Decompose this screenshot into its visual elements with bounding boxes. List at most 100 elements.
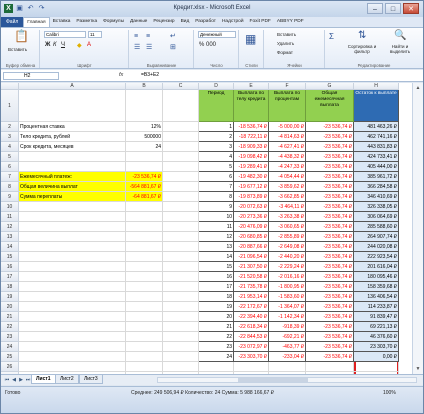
- amount-cell[interactable]: -23 536,74 ₽: [306, 142, 354, 152]
- amount-cell[interactable]: -21 307,50 ₽: [234, 262, 269, 272]
- grid-cell[interactable]: [126, 352, 163, 362]
- formula-input[interactable]: =B3+E2: [141, 72, 159, 78]
- period-cell[interactable]: 19: [199, 302, 234, 312]
- amount-cell[interactable]: -4 438,32 ₽: [269, 152, 306, 162]
- ribbon-tab[interactable]: Разметка: [73, 17, 100, 27]
- grid-cell[interactable]: [163, 342, 199, 352]
- grid-cell[interactable]: [126, 302, 163, 312]
- amount-cell[interactable]: -22 394,40 ₽: [234, 312, 269, 322]
- amount-cell[interactable]: -1 583,60 ₽: [269, 292, 306, 302]
- wrap-text-icon[interactable]: ↵: [170, 32, 176, 42]
- amount-cell[interactable]: -23 536,74 ₽: [306, 242, 354, 252]
- sort-filter-icon[interactable]: ⇅: [358, 31, 366, 41]
- amount-cell[interactable]: -23 536,74 ₽: [306, 272, 354, 282]
- format-cells-button[interactable]: Формат: [277, 50, 293, 55]
- period-cell[interactable]: 2: [199, 132, 234, 142]
- grid-cell[interactable]: [269, 362, 306, 372]
- select-all-corner[interactable]: [1, 83, 19, 90]
- body-label[interactable]: Тело кредита, рублей: [19, 132, 126, 142]
- insert-cells-button[interactable]: Вставить: [277, 32, 296, 37]
- overpay-label[interactable]: Сумма переплаты: [19, 192, 126, 202]
- amount-cell[interactable]: 285 588,60 ₽: [354, 222, 399, 232]
- grid-cell[interactable]: [19, 90, 126, 122]
- row-header[interactable]: 26: [1, 362, 19, 372]
- period-cell[interactable]: 23: [199, 342, 234, 352]
- column-header[interactable]: F: [269, 83, 306, 90]
- grid-cell[interactable]: [19, 212, 126, 222]
- ribbon-tab[interactable]: Главная: [23, 16, 50, 28]
- period-cell[interactable]: 22: [199, 332, 234, 342]
- payment-label[interactable]: Ежемесячный платеж:: [19, 172, 126, 182]
- amount-cell[interactable]: -23 536,74 ₽: [306, 352, 354, 362]
- ribbon-tab[interactable]: Вид: [178, 17, 193, 27]
- amount-cell[interactable]: -1 364,07 ₽: [269, 302, 306, 312]
- amount-cell[interactable]: -3 464,11 ₽: [269, 202, 306, 212]
- grid-cell[interactable]: [163, 242, 199, 252]
- amount-cell[interactable]: 0,00 ₽: [354, 352, 399, 362]
- amount-cell[interactable]: 23 303,70 ₽: [354, 342, 399, 352]
- grid-cell[interactable]: [163, 172, 199, 182]
- amount-cell[interactable]: -23 536,74 ₽: [306, 182, 354, 192]
- ribbon-tab[interactable]: Вставка: [50, 17, 74, 27]
- grid-cell[interactable]: [19, 352, 126, 362]
- amount-cell[interactable]: 136 406,54 ₽: [354, 292, 399, 302]
- grid-cell[interactable]: [163, 332, 199, 342]
- close-button[interactable]: ✕: [403, 3, 419, 14]
- name-box[interactable]: H2: [3, 72, 59, 80]
- amount-cell[interactable]: -2 229,24 ₽: [269, 262, 306, 272]
- grid-cell[interactable]: [126, 272, 163, 282]
- row-header[interactable]: 5: [1, 152, 19, 162]
- amount-cell[interactable]: -23 536,74 ₽: [306, 322, 354, 332]
- scroll-down-icon[interactable]: ▼: [414, 366, 422, 372]
- percent-icon[interactable]: % 000: [199, 42, 216, 48]
- grid-cell[interactable]: [126, 212, 163, 222]
- amount-cell[interactable]: -23 536,74 ₽: [306, 212, 354, 222]
- amount-cell[interactable]: -21 953,14 ₽: [234, 292, 269, 302]
- amount-cell[interactable]: -19 098,42 ₽: [234, 152, 269, 162]
- rate-value[interactable]: 12%: [126, 122, 163, 132]
- row-header[interactable]: 25: [1, 352, 19, 362]
- amount-cell[interactable]: 114 233,87 ₽: [354, 302, 399, 312]
- find-select-icon[interactable]: 🔍: [394, 31, 406, 41]
- amount-cell[interactable]: -20 273,36 ₽: [234, 212, 269, 222]
- fx-icon[interactable]: fx: [119, 72, 123, 78]
- grid-cell[interactable]: [163, 142, 199, 152]
- align-middle-icon[interactable]: ≡: [146, 32, 150, 42]
- amount-cell[interactable]: -23 536,74 ₽: [306, 202, 354, 212]
- amount-cell[interactable]: -3 859,62 ₽: [269, 182, 306, 192]
- grid-cell[interactable]: [306, 362, 354, 372]
- amount-cell[interactable]: 366 284,58 ₽: [354, 182, 399, 192]
- amount-cell[interactable]: -22 844,53 ₽: [234, 332, 269, 342]
- grid-cell[interactable]: [163, 192, 199, 202]
- grid-cell[interactable]: [163, 262, 199, 272]
- grid-cell[interactable]: [163, 252, 199, 262]
- ribbon-tab[interactable]: Формулы: [100, 17, 127, 27]
- amount-cell[interactable]: -18 722,11 ₽: [234, 132, 269, 142]
- amount-cell[interactable]: 264 907,74 ₽: [354, 232, 399, 242]
- column-header[interactable]: H: [354, 83, 399, 90]
- grid-cell[interactable]: [126, 332, 163, 342]
- amount-cell[interactable]: -21 735,78 ₽: [234, 282, 269, 292]
- row-header[interactable]: 1: [1, 90, 19, 122]
- grid-cell[interactable]: [163, 272, 199, 282]
- amount-cell[interactable]: -20 072,63 ₽: [234, 202, 269, 212]
- grid-cell[interactable]: [19, 322, 126, 332]
- period-cell[interactable]: 24: [199, 352, 234, 362]
- amount-cell[interactable]: -23 536,74 ₽: [306, 162, 354, 172]
- grid-cell[interactable]: [126, 222, 163, 232]
- grid-cell[interactable]: [19, 162, 126, 172]
- amount-cell[interactable]: 326 338,05 ₽: [354, 202, 399, 212]
- grid-cell[interactable]: [19, 272, 126, 282]
- amount-cell[interactable]: -23 536,74 ₽: [306, 302, 354, 312]
- grid-cell[interactable]: [126, 342, 163, 352]
- ribbon-tab[interactable]: Надстрой: [219, 17, 247, 27]
- amount-cell[interactable]: -20 887,66 ₽: [234, 242, 269, 252]
- amount-cell[interactable]: -692,21 ₽: [269, 332, 306, 342]
- amount-cell[interactable]: -23 536,74 ₽: [306, 292, 354, 302]
- grid-cell[interactable]: [19, 282, 126, 292]
- grid-cell[interactable]: [163, 182, 199, 192]
- table-header[interactable]: Выплата по процентам: [269, 90, 306, 122]
- grid-cell[interactable]: [19, 362, 126, 372]
- row-header[interactable]: 2: [1, 122, 19, 132]
- grid-cell[interactable]: [126, 242, 163, 252]
